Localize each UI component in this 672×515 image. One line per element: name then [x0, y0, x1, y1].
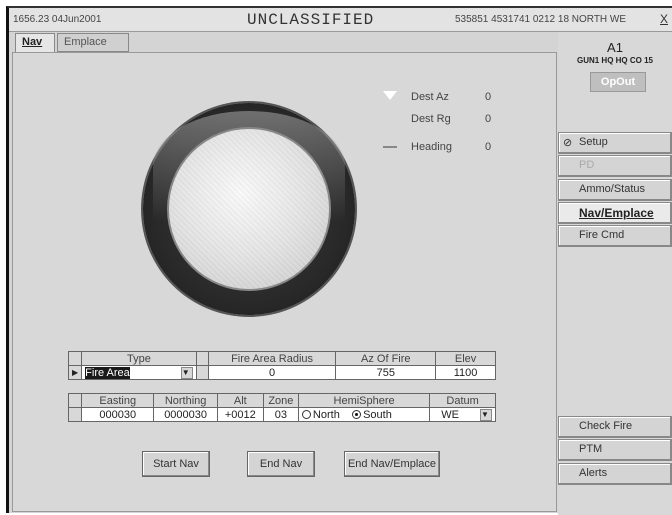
heading-value: 0: [485, 141, 492, 153]
col-zone: Zone: [262, 393, 299, 408]
triangle-down-icon: [383, 89, 397, 101]
col-datum: Datum: [429, 393, 496, 408]
menu-pd: PD: [558, 155, 672, 177]
col-hemisphere: HemiSphere: [297, 393, 431, 408]
end-nav-emplace-button[interactable]: End Nav/Emplace: [344, 451, 440, 477]
az-of-fire-field[interactable]: 755: [335, 365, 437, 380]
row-selector-icon: ▶: [67, 365, 83, 380]
type-value: Fire Area: [85, 366, 130, 379]
hemisphere-south-radio[interactable]: [352, 409, 362, 419]
zone-field[interactable]: 03: [262, 407, 299, 422]
end-nav-button[interactable]: End Nav: [247, 451, 315, 477]
fire-area-table: Type Fire Area Radius Az Of Fire Elev ▶ …: [67, 351, 496, 380]
datetime-display: 1656.23 04Jun2001: [13, 14, 102, 25]
unit-id: A1: [607, 40, 623, 55]
close-button[interactable]: X: [660, 12, 668, 26]
status-badge[interactable]: OpOut: [590, 72, 646, 92]
menu-alerts[interactable]: Alerts: [558, 463, 672, 485]
col-az-of-fire: Az Of Fire: [335, 351, 437, 366]
dest-rg-row: Dest Rg 0: [373, 111, 503, 129]
main-window: 1656.23 04Jun2001 UNCLASSIFIED 535851 45…: [6, 6, 672, 515]
datum-select[interactable]: WE ▼: [429, 407, 496, 422]
hemisphere-south-label: South: [363, 408, 392, 421]
tab-nav[interactable]: Nav: [15, 33, 55, 52]
dest-rg-value: 0: [485, 113, 492, 125]
dash-icon: [383, 139, 397, 151]
col-northing: Northing: [153, 393, 218, 408]
compass-ring: [143, 103, 355, 315]
no-entry-icon: ⊘: [563, 137, 573, 149]
heading-row: Heading 0: [373, 139, 503, 157]
chevron-down-icon[interactable]: ▼: [480, 408, 492, 421]
dest-az-row: Dest Az 0: [373, 89, 503, 107]
unit-sub: GUN1 HQ HQ CO 15: [576, 56, 653, 65]
dest-az-label: Dest Az: [411, 91, 449, 103]
datum-value: WE: [441, 408, 459, 421]
dest-az-value: 0: [485, 91, 492, 103]
dest-rg-label: Dest Rg: [411, 113, 451, 125]
fire-area-radius-field[interactable]: 0: [207, 365, 337, 380]
easting-field[interactable]: 000030: [81, 407, 155, 422]
col-elev: Elev: [435, 351, 496, 366]
tab-emplace[interactable]: Emplace: [57, 33, 129, 52]
location-table: Easting Northing Alt Zone HemiSphere Dat…: [67, 393, 496, 422]
position-display: 535851 4531741 0212 18 NORTH WE: [455, 14, 627, 25]
compass-dial: [167, 127, 331, 291]
menu-nav-emplace[interactable]: Nav/Emplace: [558, 202, 672, 224]
hemisphere-north-radio[interactable]: [301, 409, 311, 419]
heading-label: Heading: [411, 141, 452, 153]
col-type: Type: [81, 351, 197, 366]
col-alt: Alt: [216, 393, 264, 408]
start-nav-button[interactable]: Start Nav: [142, 451, 210, 477]
side-menu: A1 GUN1 HQ HQ CO 15 OpOut ⊘ Setup PD Amm…: [558, 32, 672, 515]
menu-ammo-status[interactable]: Ammo/Status: [558, 179, 672, 201]
classification-banner: UNCLASSIFIED: [247, 11, 375, 29]
nav-panel: Dest Az 0 Dest Rg 0 Heading 0 Type Fire …: [12, 52, 557, 512]
elev-field[interactable]: 1100: [435, 365, 496, 380]
title-bar: 1656.23 04Jun2001 UNCLASSIFIED 535851 45…: [9, 8, 672, 32]
northing-field[interactable]: 0000030: [153, 407, 218, 422]
menu-check-fire[interactable]: Check Fire: [558, 416, 672, 438]
hemisphere-group: North South: [297, 407, 431, 422]
type-select[interactable]: Fire Area ▼: [81, 365, 197, 380]
menu-fire-cmd[interactable]: Fire Cmd: [558, 225, 672, 247]
col-easting: Easting: [81, 393, 155, 408]
hemisphere-north-label: North: [312, 408, 340, 421]
menu-ptm[interactable]: PTM: [558, 439, 672, 461]
chevron-down-icon[interactable]: ▼: [180, 366, 193, 379]
alt-field[interactable]: +0012: [216, 407, 264, 422]
col-fire-area-radius: Fire Area Radius: [207, 351, 337, 366]
menu-setup[interactable]: ⊘ Setup: [558, 132, 672, 154]
